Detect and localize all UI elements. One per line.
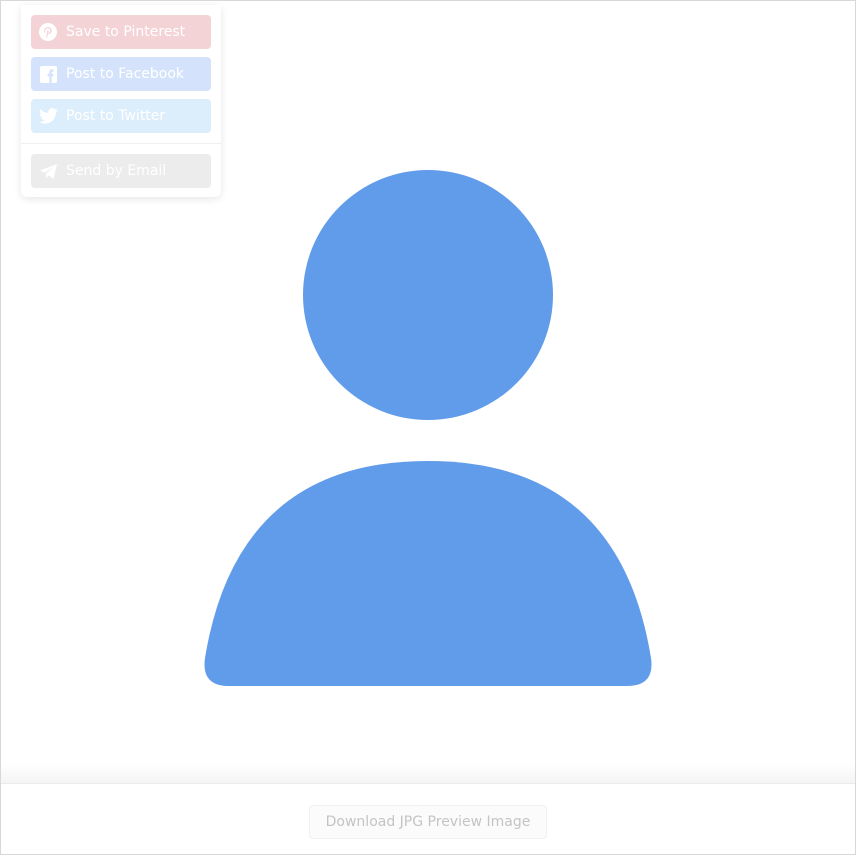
- paper-plane-icon: [31, 154, 65, 188]
- download-jpg-button[interactable]: Download JPG Preview Image: [309, 805, 547, 839]
- pinterest-icon: [31, 15, 65, 49]
- post-to-twitter-button[interactable]: Post to Twitter: [31, 99, 211, 133]
- post-to-facebook-button[interactable]: Post to Facebook: [31, 57, 211, 91]
- share-menu-divider: [21, 143, 221, 144]
- facebook-icon: [31, 57, 65, 91]
- post-to-facebook-label: Post to Facebook: [66, 66, 185, 82]
- save-to-pinterest-label: Save to Pinterest: [66, 24, 186, 40]
- preview-frame: Save to Pinterest Post to Facebook Post …: [0, 0, 856, 855]
- user-icon-body: [204, 461, 652, 686]
- post-to-twitter-label: Post to Twitter: [66, 108, 166, 124]
- footer-shadow: [1, 763, 855, 783]
- save-to-pinterest-button[interactable]: Save to Pinterest: [31, 15, 211, 49]
- footer-bar: Download JPG Preview Image: [1, 783, 855, 854]
- send-by-email-label: Send by Email: [66, 163, 167, 179]
- user-icon-head: [303, 170, 553, 420]
- send-by-email-button[interactable]: Send by Email: [31, 154, 211, 188]
- share-menu: Save to Pinterest Post to Facebook Post …: [21, 5, 221, 197]
- twitter-icon: [31, 99, 65, 133]
